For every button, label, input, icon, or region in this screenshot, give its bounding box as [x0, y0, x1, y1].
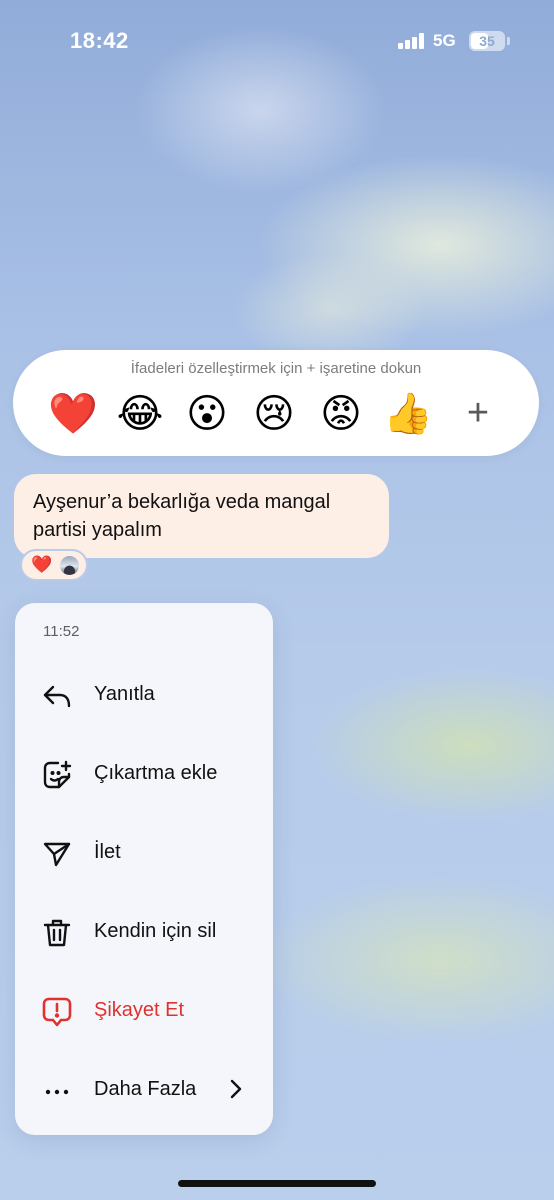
- message-bubble[interactable]: Ayşenur’a bekarlığa veda mangal partisi …: [14, 474, 389, 558]
- message-context-menu: 11:52 Yanıtla Çıkartma ekle İlet Kendin …: [15, 603, 273, 1135]
- network-type: 5G: [433, 31, 456, 50]
- reaction-thumbs-up-button[interactable]: 👍: [382, 388, 434, 440]
- reaction-angry-button[interactable]: 😡: [315, 388, 367, 440]
- reactor-avatar: [60, 556, 79, 575]
- status-bar: 18:42 5G 35: [0, 0, 554, 80]
- reaction-heart-button[interactable]: ❤️: [47, 388, 99, 440]
- reaction-surprised-button[interactable]: 😮: [181, 388, 233, 440]
- battery-level-text: 35: [479, 33, 495, 49]
- report-icon: [42, 997, 72, 1027]
- menu-label-forward: İlet: [94, 841, 121, 863]
- reply-icon: [43, 685, 71, 708]
- menu-item-delete-for-me[interactable]: Kendin için sil: [15, 900, 273, 966]
- menu-label-more: Daha Fazla: [94, 1078, 197, 1100]
- menu-label-report: Şikayet Et: [94, 999, 185, 1021]
- reaction-picker: İfadeleri özelleştirmek için + işaretine…: [13, 350, 539, 456]
- menu-item-add-sticker[interactable]: Çıkartma ekle: [15, 742, 273, 808]
- forward-icon: [43, 842, 71, 867]
- menu-item-more[interactable]: Daha Fazla: [15, 1058, 273, 1124]
- menu-label-add-sticker: Çıkartma ekle: [94, 762, 218, 784]
- reaction-sad-button[interactable]: 😢: [248, 388, 300, 440]
- add-reaction-button[interactable]: +: [452, 388, 504, 440]
- menu-item-reply[interactable]: Yanıtla: [15, 663, 273, 729]
- more-icon: [45, 1089, 69, 1095]
- home-indicator[interactable]: [178, 1180, 376, 1187]
- chevron-right-icon: [230, 1079, 242, 1099]
- heart-reaction-icon: ❤️: [31, 555, 53, 574]
- reaction-laugh-button[interactable]: 😂: [114, 388, 166, 440]
- status-time: 18:42: [70, 28, 129, 53]
- battery-icon: 35: [469, 31, 505, 51]
- menu-item-forward[interactable]: İlet: [15, 821, 273, 887]
- menu-item-report[interactable]: Şikayet Et: [15, 979, 273, 1045]
- cellular-signal-icon: [398, 33, 426, 49]
- trash-icon: [43, 919, 71, 947]
- menu-label-reply: Yanıtla: [94, 683, 155, 705]
- menu-label-delete-for-me: Kendin için sil: [94, 920, 217, 942]
- add-sticker-icon: [43, 760, 72, 789]
- message-reactions[interactable]: ❤️: [20, 549, 88, 581]
- reaction-row: ❤️ 😂 😮 😢 😡 👍 +: [47, 388, 507, 440]
- reaction-hint: İfadeleri özelleştirmek için + işaretine…: [130, 360, 422, 377]
- message-time: 11:52: [43, 623, 80, 640]
- message-text: Ayşenur’a bekarlığa veda mangal partisi …: [33, 491, 331, 541]
- battery-tip: [507, 37, 510, 45]
